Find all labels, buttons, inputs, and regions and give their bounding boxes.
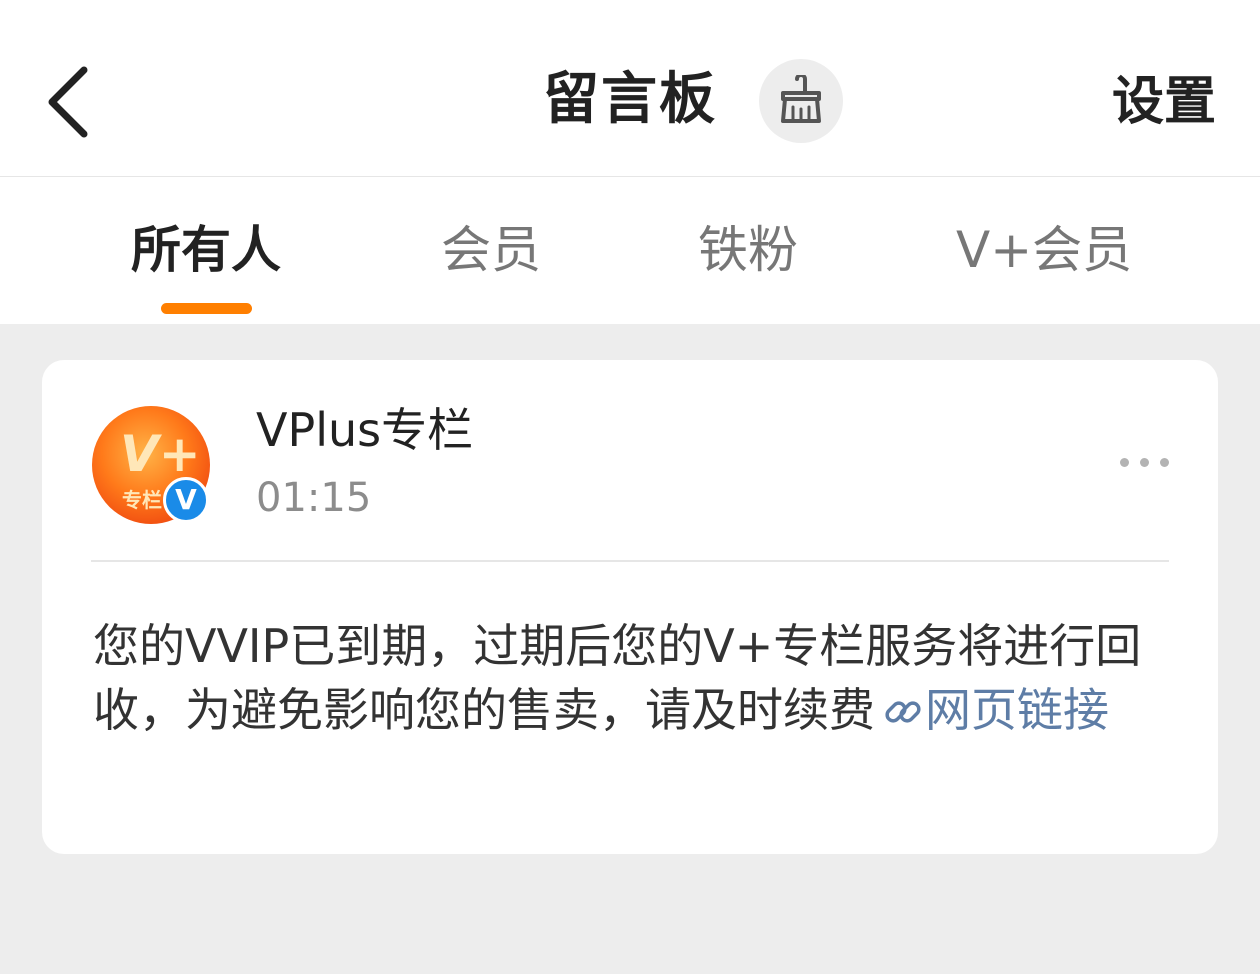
audience-tabs: 所有人 会员 铁粉 V+会员: [0, 177, 1260, 324]
active-tab-indicator: [161, 303, 252, 314]
more-dots-icon: [1120, 458, 1129, 467]
avatar-logo-text: V+: [120, 425, 201, 483]
tab-iron-fans[interactable]: 铁粉: [698, 217, 798, 283]
message-time: 01:15: [256, 475, 372, 521]
verified-badge-icon: V: [163, 477, 209, 523]
tab-everyone[interactable]: 所有人: [131, 217, 281, 283]
sender-name[interactable]: VPlus专栏: [256, 400, 473, 460]
avatar-sub-text: 专栏: [122, 488, 162, 512]
broom-icon: [781, 75, 821, 123]
more-options-button[interactable]: [1116, 446, 1174, 476]
web-link-text[interactable]: 网页链接: [925, 683, 1109, 737]
page-title: 留言板: [543, 67, 717, 132]
link-icon: [885, 701, 921, 723]
web-link[interactable]: 网页链接: [875, 683, 1109, 737]
tab-vplus-members[interactable]: V+会员: [956, 217, 1132, 283]
back-chevron-icon: [48, 66, 88, 138]
divider: [91, 560, 1169, 562]
message-body: 您的VVIP已到期，过期后您的V+专栏服务将进行回收，为避免影响您的售卖，请及时…: [93, 614, 1173, 742]
tab-members[interactable]: 会员: [441, 217, 541, 283]
message-card: V+ 专栏 V VPlus专栏 01:15 您的VVIP已到期，过期后您的V+专…: [42, 360, 1218, 854]
back-button[interactable]: [40, 60, 104, 144]
settings-button[interactable]: 设置: [1112, 66, 1216, 138]
top-bar: 留言板 设置: [0, 0, 1260, 177]
clear-messages-button[interactable]: [759, 59, 843, 143]
